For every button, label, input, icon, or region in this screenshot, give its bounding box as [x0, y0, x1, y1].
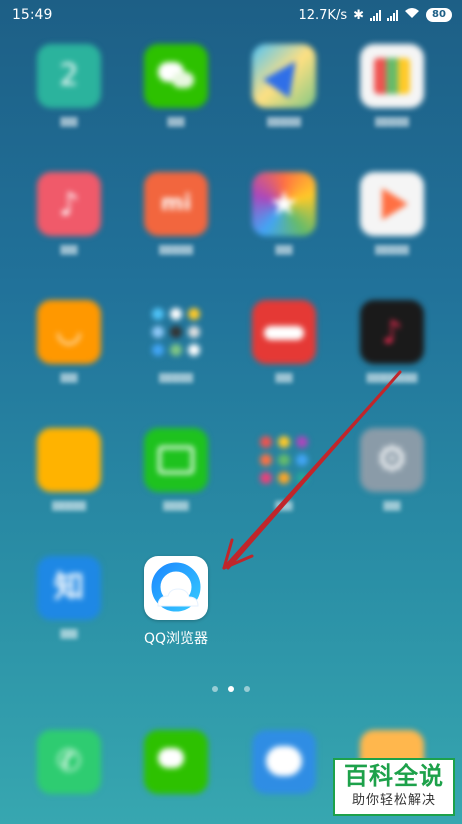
- app-smile[interactable]: ◡ ▆▆: [21, 300, 117, 383]
- page-dot: [244, 686, 250, 692]
- qq-browser-icon: [144, 556, 208, 620]
- folder-icon: [144, 300, 208, 364]
- phone-icon: ✆: [37, 730, 101, 794]
- app-label: ▆▆▆▆▆▆: [366, 370, 418, 383]
- star-icon: ★: [252, 172, 316, 236]
- map-icon: [252, 44, 316, 108]
- watermark-subtitle: 助你轻松解决: [351, 793, 436, 808]
- gear-icon: ⚙: [360, 428, 424, 492]
- app-iqiyi[interactable]: ▆▆▆: [128, 428, 224, 511]
- tv-icon: [144, 428, 208, 492]
- app-label: ▆▆: [60, 114, 78, 127]
- app-label-qq-browser: QQ浏览器: [143, 631, 209, 647]
- app-label: ▆▆▆▆: [375, 242, 409, 255]
- app-settings[interactable]: ⚙ ▆▆: [344, 428, 440, 511]
- app-label: ▆▆: [275, 370, 293, 383]
- dock-wechat[interactable]: [128, 730, 224, 794]
- home-screen-grid: 2 ▆▆ ▆▆ ▆▆▆▆ ▆▆▆▆ ♪ ▆▆ mi ▆▆▆▆ ★ ▆▆ ▆▆▆▆…: [0, 0, 462, 824]
- wechat-icon: [144, 730, 208, 794]
- app-video[interactable]: ▆▆▆▆: [344, 172, 440, 255]
- zhihu-icon: 知: [37, 556, 101, 620]
- dock-messages[interactable]: [236, 730, 332, 794]
- dock-phone[interactable]: ✆: [21, 730, 117, 794]
- smile-icon: ◡: [37, 300, 101, 364]
- app-maps[interactable]: ▆▆▆▆: [236, 44, 332, 127]
- app-label: ▆▆: [275, 242, 293, 255]
- app-mi-store[interactable]: mi ▆▆▆▆: [128, 172, 224, 255]
- app-label: ▆▆: [383, 498, 401, 511]
- app-label: ▆▆: [60, 370, 78, 383]
- message-icon: [252, 730, 316, 794]
- play-icon: [360, 172, 424, 236]
- page-indicator[interactable]: [0, 686, 462, 692]
- watermark: 百科全说 助你轻松解决: [333, 758, 455, 816]
- folder-icon: [252, 428, 316, 492]
- app-label: ▆▆▆▆: [52, 498, 86, 511]
- app-label: ▆▆: [275, 498, 293, 511]
- app-news[interactable]: ▆▆: [236, 300, 332, 383]
- app-tiktok[interactable]: ♪ ▆▆▆▆▆▆: [344, 300, 440, 383]
- app-wechat[interactable]: ▆▆: [128, 44, 224, 127]
- app-label: ▆▆▆: [163, 498, 189, 511]
- wechat-icon: [144, 44, 208, 108]
- page-dot: [212, 686, 218, 692]
- news-icon: [252, 300, 316, 364]
- folder-icon: [37, 428, 101, 492]
- app-folder-games[interactable]: ▆▆: [236, 428, 332, 511]
- app-store[interactable]: ▆▆▆▆: [344, 44, 440, 127]
- app-label: ▆▆: [60, 626, 78, 639]
- app-label: ▆▆▆▆: [159, 242, 193, 255]
- app-label: ▆▆▆▆: [375, 114, 409, 127]
- mi-icon: mi: [144, 172, 208, 236]
- app-label: ▆▆▆▆: [159, 370, 193, 383]
- app-music[interactable]: ♪ ▆▆: [21, 172, 117, 255]
- calendar-icon: 2: [37, 44, 101, 108]
- tiktok-icon: ♪: [360, 300, 424, 364]
- store-icon: [360, 44, 424, 108]
- app-games[interactable]: ★ ▆▆: [236, 172, 332, 255]
- app-label: ▆▆: [167, 114, 185, 127]
- page-dot-active: [228, 686, 234, 692]
- app-folder-tools[interactable]: ▆▆▆▆: [128, 300, 224, 383]
- music-icon: ♪: [37, 172, 101, 236]
- app-zhihu[interactable]: 知 ▆▆: [21, 556, 117, 639]
- watermark-title: 百科全说: [344, 762, 444, 790]
- app-label: ▆▆: [60, 242, 78, 255]
- app-qq-browser[interactable]: QQ浏览器: [128, 556, 224, 648]
- app-calendar[interactable]: 2 ▆▆: [21, 44, 117, 127]
- app-label: ▆▆▆▆: [267, 114, 301, 127]
- app-files[interactable]: ▆▆▆▆: [21, 428, 117, 511]
